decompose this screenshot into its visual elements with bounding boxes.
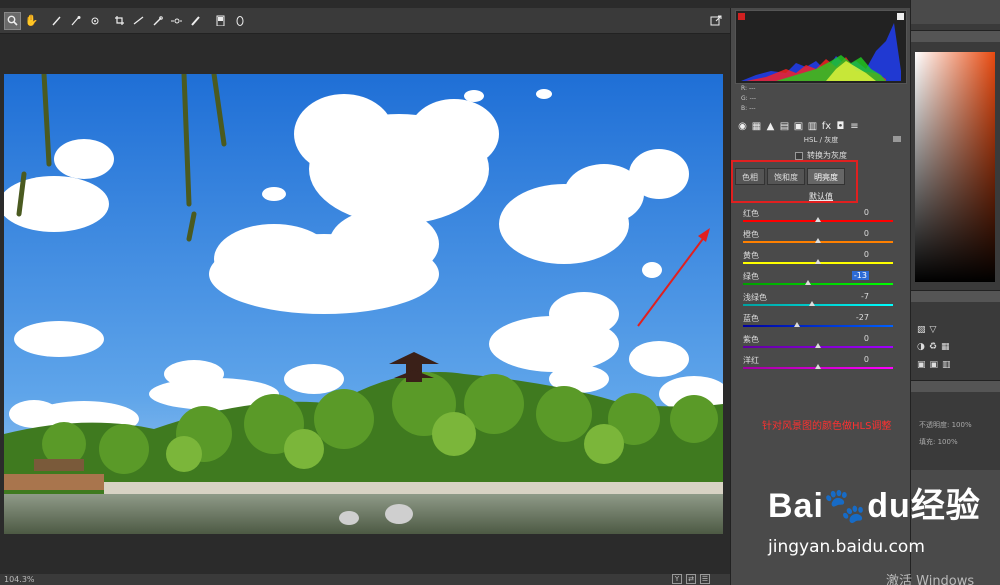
triangle-icon[interactable]: ▽ — [930, 325, 937, 335]
highlight-clip-icon[interactable] — [897, 13, 904, 20]
slider-value[interactable]: 0 — [864, 355, 869, 364]
windows-activation: 激活 Windows — [886, 574, 975, 585]
watermark-url: jingyan.baidu.com — [768, 537, 925, 557]
tab-hue[interactable]: 色相 — [735, 168, 765, 185]
slider-row: 绿色 -13 — [743, 271, 899, 292]
slider-label: 洋红 — [743, 356, 759, 365]
slider-track[interactable] — [743, 325, 893, 327]
defaults-link[interactable]: 默认值 — [731, 191, 911, 202]
color-sampler-icon[interactable] — [67, 12, 84, 30]
slider-thumb[interactable] — [815, 238, 821, 243]
straighten-icon[interactable] — [130, 12, 147, 30]
zoom-icon[interactable] — [4, 11, 21, 30]
panel-tabs: ◉ ▦ ▲ ▤ ▣ ▥ fx ◘ ≡ — [735, 118, 907, 134]
presets-icon[interactable]: ≡ — [849, 121, 860, 132]
slider-value[interactable]: -27 — [856, 313, 869, 322]
slider-row: 蓝色 -27 — [743, 313, 899, 334]
vibrance-icon[interactable]: ♻ — [929, 342, 937, 352]
tab-saturation[interactable]: 饱和度 — [767, 168, 805, 185]
fx-icon[interactable]: fx — [821, 121, 832, 132]
basic-icon[interactable]: ◉ — [737, 121, 748, 132]
grid-icon[interactable]: ▦ — [941, 342, 950, 352]
slider-thumb[interactable] — [815, 364, 821, 369]
slider-row: 紫色 0 — [743, 334, 899, 355]
opacity-row[interactable]: 不透明度: 100% — [919, 420, 972, 430]
convert-gray-checkbox[interactable] — [795, 151, 803, 160]
slider-row: 黄色 0 — [743, 250, 899, 271]
camera-calibration-icon[interactable]: ◘ — [835, 121, 846, 132]
histogram — [735, 10, 907, 84]
slider-value[interactable]: 0 — [864, 334, 869, 343]
exposure-icon[interactable]: ◑ — [917, 342, 925, 352]
hand-icon[interactable]: ✋ — [23, 12, 40, 30]
annotation-arrow — [637, 228, 710, 327]
hsl-icon[interactable]: ▤ — [779, 121, 790, 132]
slider-label: 绿色 — [743, 272, 759, 281]
baidu-logo: Bai🐾du经验 — [768, 487, 981, 525]
adjust-icons-2: ◑ ♻ ▦ — [917, 342, 949, 352]
section-title: HSL / 灰度 — [735, 134, 907, 146]
slider-label: 橙色 — [743, 230, 759, 239]
slider-value[interactable]: 0 — [864, 229, 869, 238]
slider-label: 紫色 — [743, 335, 759, 344]
target-adjust-icon[interactable] — [86, 12, 103, 30]
adjust-icons-3: ▣ ▣ ▥ — [917, 360, 951, 370]
zoom-level[interactable]: 104.3% — [4, 575, 35, 584]
adjust-brush-icon[interactable] — [187, 12, 204, 30]
settings-icon[interactable]: ☰ — [700, 574, 710, 584]
view-toggle-icon[interactable]: Y — [672, 574, 682, 584]
slider-thumb[interactable] — [794, 322, 800, 327]
slider-row: 红色 0 — [743, 208, 899, 229]
slider-track[interactable] — [743, 283, 893, 285]
white-balance-icon[interactable] — [48, 12, 65, 30]
slider-value[interactable]: -7 — [861, 292, 869, 301]
slider-track[interactable] — [743, 304, 893, 306]
slider-value[interactable]: 0 — [864, 208, 869, 217]
redeye-icon[interactable] — [168, 12, 185, 30]
gradient-map-icon[interactable]: ▥ — [942, 360, 951, 370]
invert-icon[interactable]: ▣ — [930, 360, 939, 370]
slider-row: 洋红 0 — [743, 355, 899, 376]
adjust-icons: ▧ ▽ — [917, 325, 936, 335]
radial-filter-icon[interactable] — [231, 12, 248, 30]
split-toning-icon[interactable]: ▣ — [793, 121, 804, 132]
rgb-readout: R: --- G: --- B: --- — [741, 85, 757, 112]
slider-thumb[interactable] — [809, 301, 815, 306]
slider-thumb[interactable] — [804, 280, 811, 285]
detail-icon[interactable]: ▲ — [765, 121, 776, 132]
fill-row[interactable]: 填充: 100% — [919, 437, 958, 447]
spot-removal-icon[interactable] — [149, 12, 166, 30]
slider-label: 蓝色 — [743, 314, 759, 323]
graduated-filter-icon[interactable] — [212, 12, 229, 30]
levels-icon[interactable]: ▧ — [917, 325, 926, 335]
color-picker[interactable] — [915, 52, 995, 282]
slider-thumb[interactable] — [815, 343, 821, 348]
slider-value[interactable]: 0 — [864, 250, 869, 259]
convert-gray-row[interactable]: 转换为灰度 — [795, 150, 847, 161]
photo-filter-icon[interactable]: ▣ — [917, 360, 926, 370]
slider-row: 橙色 0 — [743, 229, 899, 250]
slider-thumb[interactable] — [815, 259, 821, 264]
export-icon[interactable] — [708, 12, 724, 28]
shadow-clip-icon[interactable] — [738, 13, 745, 20]
lens-icon[interactable]: ▥ — [807, 121, 818, 132]
crop-icon[interactable] — [111, 12, 128, 30]
camera-raw-window: ✋ 104.3% Y ⇄ ☰ R: --- G: --- B: --- ◉ ▦ … — [0, 0, 1000, 585]
slider-label: 红色 — [743, 209, 759, 218]
annotation-text: 针对风景图的颜色做HLS调整 — [762, 421, 892, 432]
landscape-photo[interactable] — [4, 74, 723, 534]
menu-icon[interactable] — [893, 136, 901, 142]
tab-luminance[interactable]: 明亮度 — [807, 168, 845, 185]
slider-label: 浅绿色 — [743, 293, 767, 302]
slider-label: 黄色 — [743, 251, 759, 260]
compare-icon[interactable]: ⇄ — [686, 574, 696, 584]
preview-canvas — [0, 34, 730, 574]
tool-bar: ✋ — [0, 8, 730, 34]
slider-thumb[interactable] — [815, 217, 821, 222]
hsl-tabs: 色相 饱和度 明亮度 — [731, 160, 858, 203]
slider-row: 浅绿色 -7 — [743, 292, 899, 313]
status-bar: 104.3% Y ⇄ ☰ — [0, 574, 730, 585]
tone-curve-icon[interactable]: ▦ — [751, 121, 762, 132]
slider-value[interactable]: -13 — [851, 271, 869, 280]
